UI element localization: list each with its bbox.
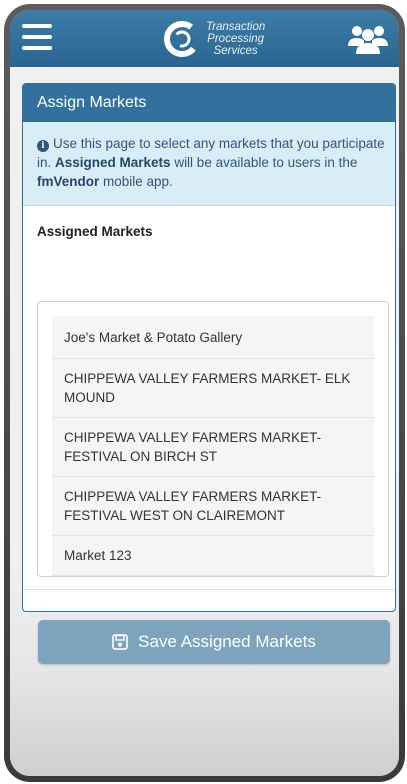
app-logo: Transaction Processing Services (162, 16, 265, 62)
assigned-markets-list[interactable]: Joe's Market & Potato Gallery CHIPPEWA V… (37, 301, 389, 577)
info-text: will be available to users in the (170, 155, 358, 170)
card-footer-divider (23, 589, 395, 590)
hamburger-menu-icon[interactable] (22, 24, 52, 50)
assigned-markets-label: Assigned Markets (37, 224, 153, 239)
logo-line: Transaction (206, 21, 266, 33)
list-item[interactable]: Market 123 (52, 536, 374, 576)
app-header: Transaction Processing Services (10, 10, 399, 67)
assign-markets-card: Assign Markets i Use this page to select … (22, 83, 396, 612)
floppy-disk-icon (112, 634, 128, 650)
list-item[interactable]: CHIPPEWA VALLEY FARMERS MARKET- ELK MOUN… (52, 359, 374, 418)
info-icon: i (37, 140, 49, 152)
logo-mark-icon (164, 21, 200, 57)
market-list-items: Joe's Market & Potato Gallery CHIPPEWA V… (52, 316, 374, 576)
info-bold-text: fmVendor (37, 174, 100, 189)
users-icon[interactable] (347, 22, 389, 61)
page-content: Assign Markets i Use this page to select … (10, 67, 399, 776)
app-screen: Transaction Processing Services Assign M (10, 10, 399, 776)
logo-line: Processing (207, 33, 265, 45)
logo-line: Services (213, 45, 258, 57)
logo-text: Transaction Processing Services (206, 21, 265, 57)
card-title: Assign Markets (23, 84, 395, 122)
info-text: mobile app. (99, 174, 173, 189)
save-button-label: Save Assigned Markets (138, 632, 316, 651)
list-item[interactable]: CHIPPEWA VALLEY FARMERS MARKET- FESTIVAL… (52, 477, 374, 536)
list-item[interactable]: CHIPPEWA VALLEY FARMERS MARKET- FESTIVAL… (52, 418, 374, 477)
save-assigned-markets-button[interactable]: Save Assigned Markets (38, 620, 390, 664)
info-bold-text: Assigned Markets (55, 155, 171, 170)
list-item[interactable]: Joe's Market & Potato Gallery (52, 316, 374, 359)
info-alert: i Use this page to select any markets tha… (23, 122, 395, 206)
device-frame: Transaction Processing Services Assign M (4, 4, 405, 782)
